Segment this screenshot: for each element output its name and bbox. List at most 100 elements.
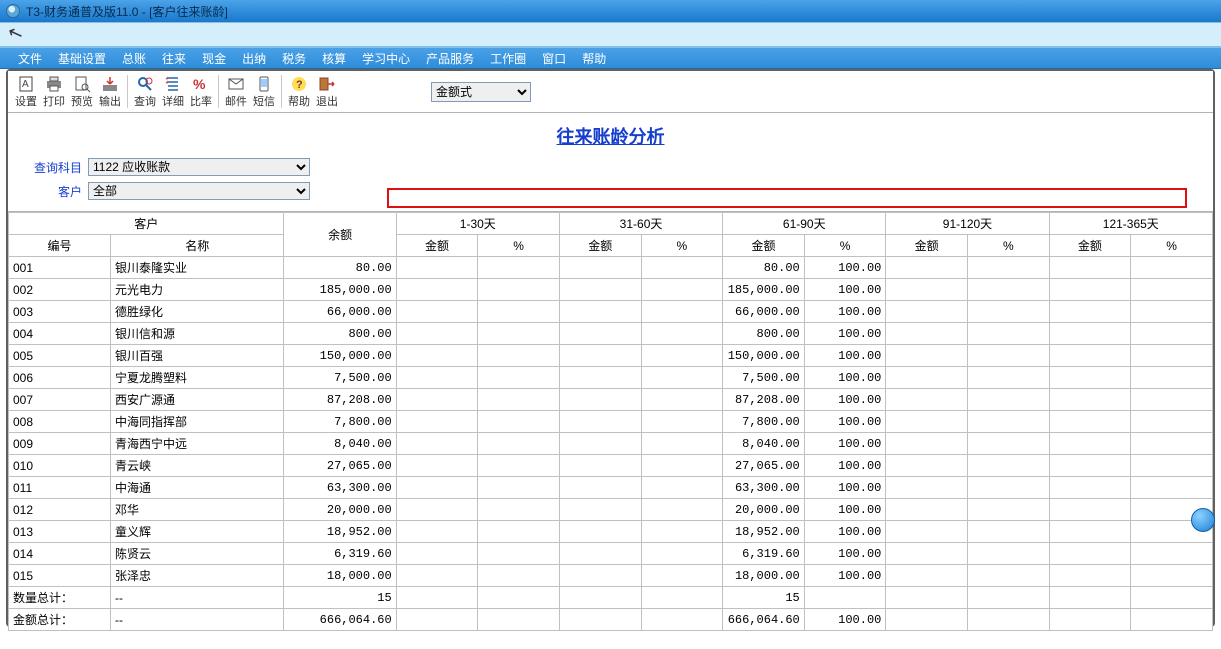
- cell-b4-pct: [967, 257, 1049, 279]
- menu-file[interactable]: 文件: [12, 50, 48, 67]
- tb-query[interactable]: 查询: [131, 71, 159, 112]
- table-row[interactable]: 014陈贤云6,319.606,319.60100.00: [9, 543, 1213, 565]
- cell-id: 007: [9, 389, 111, 411]
- menu-product[interactable]: 产品服务: [420, 50, 480, 67]
- cell-b2-amt: [559, 323, 641, 345]
- table-row[interactable]: 006宁夏龙腾塑料7,500.007,500.00100.00: [9, 367, 1213, 389]
- cell-b61-amt: 87,208.00: [723, 389, 805, 411]
- cell-b1-pct: [478, 565, 560, 587]
- table-row[interactable]: 011中海通63,300.0063,300.00100.00: [9, 477, 1213, 499]
- menu-learn[interactable]: 学习中心: [356, 50, 416, 67]
- cell-b5-pct: [1131, 367, 1213, 389]
- cell-b2-amt: [559, 367, 641, 389]
- tb-settings[interactable]: A 设置: [12, 71, 40, 112]
- col-b3-pct[interactable]: %: [804, 235, 886, 257]
- menu-ar-ap[interactable]: 往来: [156, 50, 192, 67]
- cell-id: 012: [9, 499, 111, 521]
- cell-b61-amt: 80.00: [723, 257, 805, 279]
- col-b1-pct[interactable]: %: [478, 235, 560, 257]
- col-b5-pct[interactable]: %: [1131, 235, 1213, 257]
- cell-id: 010: [9, 455, 111, 477]
- tb-detail[interactable]: 详细: [159, 71, 187, 112]
- cell-b5-pct: [1131, 323, 1213, 345]
- tb-print[interactable]: 打印: [40, 71, 68, 112]
- view-mode-select[interactable]: 金额式: [431, 82, 531, 102]
- cell-b61-pct: 100.00: [804, 367, 886, 389]
- cell-b5-amt: [1049, 279, 1131, 301]
- table-row[interactable]: 001银川泰隆实业80.0080.00100.00: [9, 257, 1213, 279]
- cell-b5-pct: [1131, 301, 1213, 323]
- table-row[interactable]: 008中海同指挥部7,800.007,800.00100.00: [9, 411, 1213, 433]
- cell-id: 011: [9, 477, 111, 499]
- cell-b5-pct: [1131, 455, 1213, 477]
- menu-workspace[interactable]: 工作圈: [484, 50, 532, 67]
- filter-subject-select[interactable]: 1122 应收账款: [88, 158, 310, 176]
- menu-cashier[interactable]: 出纳: [236, 50, 272, 67]
- col-customer-group[interactable]: 客户: [9, 213, 284, 235]
- tb-mail[interactable]: 邮件: [222, 71, 250, 112]
- col-balance[interactable]: 余额: [284, 213, 396, 257]
- menu-tax[interactable]: 税务: [276, 50, 312, 67]
- tb-export[interactable]: 输出: [96, 71, 124, 112]
- table-row[interactable]: 005银川百强150,000.00150,000.00100.00: [9, 345, 1213, 367]
- col-bucket-3[interactable]: 61-90天: [723, 213, 886, 235]
- col-name[interactable]: 名称: [111, 235, 284, 257]
- tb-ratio[interactable]: % 比率: [187, 71, 215, 112]
- col-bucket-1[interactable]: 1-30天: [396, 213, 559, 235]
- col-b4-pct[interactable]: %: [967, 235, 1049, 257]
- col-b5-amt[interactable]: 金额: [1049, 235, 1131, 257]
- col-id[interactable]: 编号: [9, 235, 111, 257]
- menu-accounting[interactable]: 核算: [316, 50, 352, 67]
- col-b2-pct[interactable]: %: [641, 235, 723, 257]
- col-bucket-4[interactable]: 91-120天: [886, 213, 1049, 235]
- cell-b61-amt: 63,300.00: [723, 477, 805, 499]
- footer-sum-b61-amt: 666,064.60: [723, 609, 805, 631]
- col-b2-amt[interactable]: 金额: [559, 235, 641, 257]
- cell-b61-pct: 100.00: [804, 279, 886, 301]
- grid-wrap[interactable]: 客户 余额 1-30天 31-60天 61-90天 91-120天 121-36…: [8, 211, 1213, 649]
- cell-balance: 150,000.00: [284, 345, 396, 367]
- table-row[interactable]: 015张泽忠18,000.0018,000.00100.00: [9, 565, 1213, 587]
- tb-preview[interactable]: 预览: [68, 71, 96, 112]
- cell-b5-amt: [1049, 411, 1131, 433]
- tb-sms[interactable]: 短信: [250, 71, 278, 112]
- cell-b2-amt: [559, 521, 641, 543]
- menu-help[interactable]: 帮助: [576, 50, 612, 67]
- cell-b2-amt: [559, 455, 641, 477]
- col-bucket-2[interactable]: 31-60天: [559, 213, 722, 235]
- filter-customer-select[interactable]: 全部: [88, 182, 310, 200]
- table-row[interactable]: 013童义辉18,952.0018,952.00100.00: [9, 521, 1213, 543]
- col-bucket-5[interactable]: 121-365天: [1049, 213, 1212, 235]
- cell-id: 006: [9, 367, 111, 389]
- table-row[interactable]: 003德胜绿化66,000.0066,000.00100.00: [9, 301, 1213, 323]
- float-action-button[interactable]: [1191, 508, 1215, 532]
- table-row[interactable]: 002元光电力185,000.00185,000.00100.00: [9, 279, 1213, 301]
- cell-id: 015: [9, 565, 111, 587]
- menu-general-ledger[interactable]: 总账: [116, 50, 152, 67]
- cell-b2-pct: [641, 345, 723, 367]
- cell-b4-amt: [886, 455, 968, 477]
- cell-id: 002: [9, 279, 111, 301]
- tb-exit[interactable]: 退出: [313, 71, 341, 112]
- table-row[interactable]: 009青海西宁中远8,040.008,040.00100.00: [9, 433, 1213, 455]
- col-b3-amt[interactable]: 金额: [723, 235, 805, 257]
- table-row[interactable]: 007西安广源通87,208.0087,208.00100.00: [9, 389, 1213, 411]
- menu-basic-settings[interactable]: 基础设置: [52, 50, 112, 67]
- cell-b1-amt: [396, 433, 478, 455]
- cell-name: 德胜绿化: [111, 301, 284, 323]
- table-row[interactable]: 010青云峡27,065.0027,065.00100.00: [9, 455, 1213, 477]
- col-b1-amt[interactable]: 金额: [396, 235, 478, 257]
- col-b4-amt[interactable]: 金额: [886, 235, 968, 257]
- footer-count-row: 数量总计： -- 15 15: [9, 587, 1213, 609]
- cell-b4-amt: [886, 389, 968, 411]
- cell-b2-pct: [641, 279, 723, 301]
- cell-b61-amt: 27,065.00: [723, 455, 805, 477]
- menu-window[interactable]: 窗口: [536, 50, 572, 67]
- cell-b2-amt: [559, 389, 641, 411]
- search-icon: [136, 75, 154, 93]
- table-row[interactable]: 012邓华20,000.0020,000.00100.00: [9, 499, 1213, 521]
- menu-cash[interactable]: 现金: [196, 50, 232, 67]
- tb-help[interactable]: ? 帮助: [285, 71, 313, 112]
- tb-view-mode-wrap: 金额式: [431, 71, 531, 112]
- table-row[interactable]: 004银川信和源800.00800.00100.00: [9, 323, 1213, 345]
